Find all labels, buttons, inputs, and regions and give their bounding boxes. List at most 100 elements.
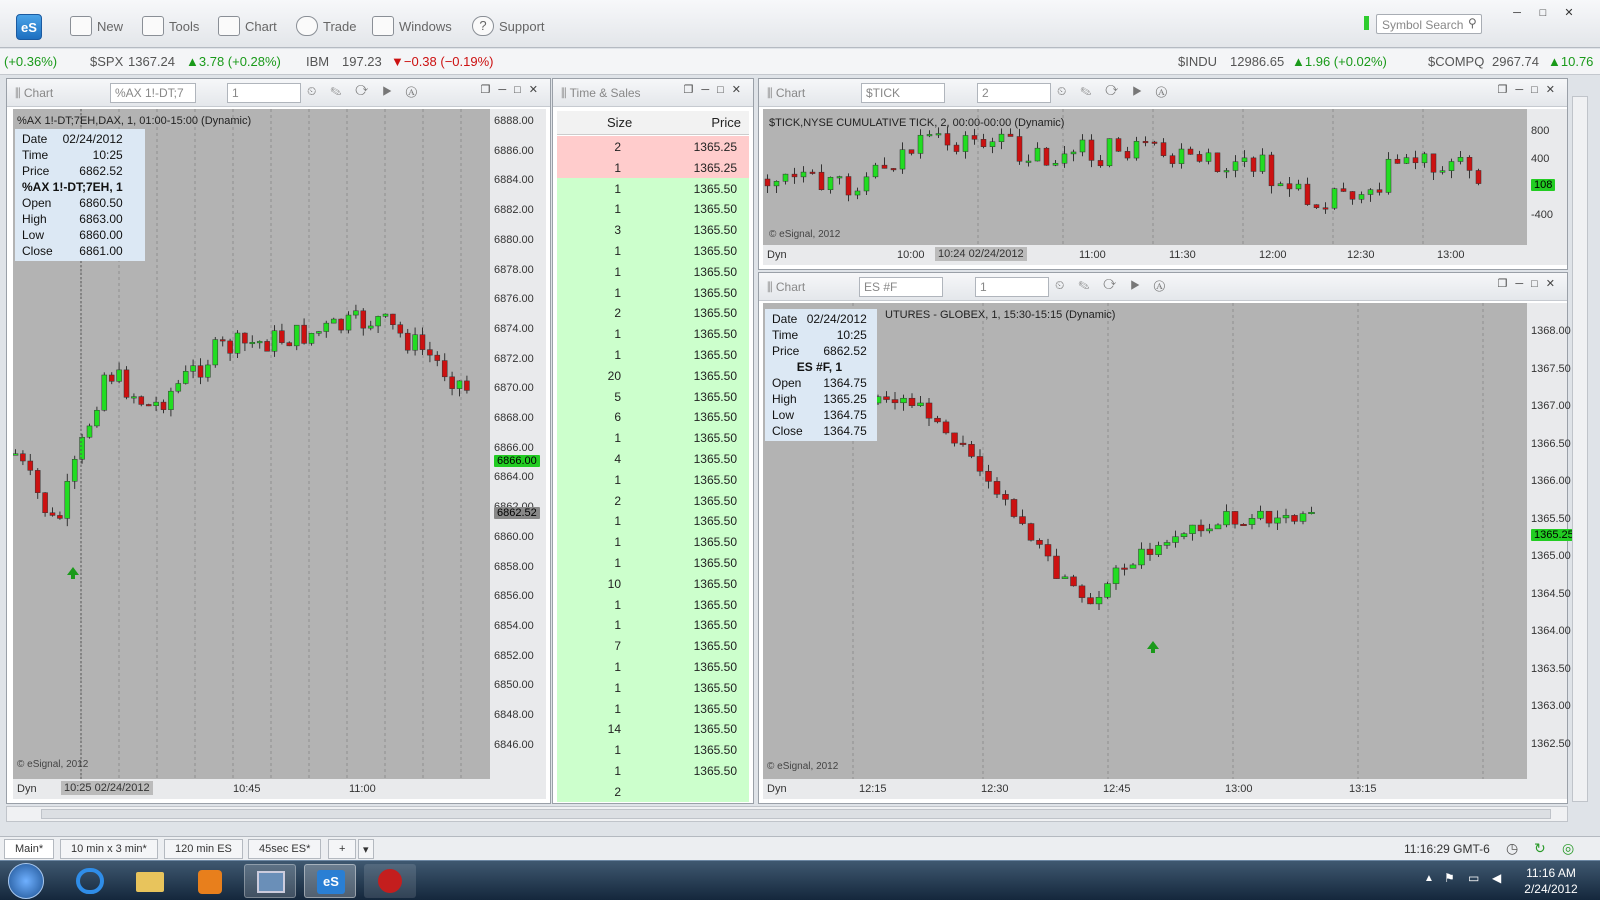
ticker-symbol[interactable]: $SPX bbox=[90, 54, 123, 69]
dyn-label[interactable]: Dyn bbox=[767, 249, 787, 261]
tab-10min[interactable]: 10 min x 3 min* bbox=[60, 839, 158, 859]
ts-row[interactable]: 1 1365.50 bbox=[557, 510, 749, 532]
ts-row[interactable]: 1 1365.50 bbox=[557, 198, 749, 220]
ts-row[interactable]: 7 1365.50 bbox=[557, 635, 749, 657]
refresh-icon[interactable]: ↻ bbox=[1534, 840, 1546, 857]
window-controls[interactable]: ❐─□✕ bbox=[480, 83, 546, 96]
add-tab-button[interactable]: + bbox=[328, 839, 357, 859]
ts-row[interactable]: 1 1365.25 bbox=[557, 156, 749, 178]
system-clock[interactable]: 11:16 AM 2/24/2012 bbox=[1520, 865, 1582, 897]
tools-button[interactable]: Tools bbox=[142, 14, 199, 38]
interval-combo[interactable]: 2 bbox=[977, 83, 1051, 103]
trade-button[interactable]: Trade bbox=[296, 14, 356, 38]
ts-row[interactable]: 1 1365.50 bbox=[557, 531, 749, 553]
ts-row[interactable]: 1 1365.50 bbox=[557, 656, 749, 677]
ts-row[interactable]: 1 1365.50 bbox=[557, 427, 749, 449]
es-plot-area[interactable]: UTURES - GLOBEX, 1, 15:30-15:15 (Dynamic… bbox=[763, 303, 1527, 779]
dyn-label[interactable]: Dyn bbox=[767, 783, 787, 795]
start-button[interactable] bbox=[8, 863, 44, 899]
vertical-scrollbar[interactable] bbox=[1572, 96, 1588, 802]
symbol-combo[interactable]: $TICK bbox=[861, 83, 945, 103]
ts-row[interactable]: 1 1365.50 bbox=[557, 760, 749, 781]
ts-row[interactable]: 1 1365.50 bbox=[557, 240, 749, 261]
ts-row[interactable]: 1 1365.50 bbox=[557, 177, 749, 199]
time-axis[interactable]: Dyn 10:25 02/24/2012 10:45 11:00 bbox=[13, 779, 546, 799]
internet-explorer-icon[interactable] bbox=[64, 864, 116, 898]
tab-menu-button[interactable]: ▾ bbox=[358, 839, 374, 859]
time-axis[interactable]: Dyn 10:24 02/24/2012 10:00 11:00 11:30 1… bbox=[763, 245, 1567, 265]
maximize-button[interactable]: □ bbox=[1532, 6, 1554, 22]
ts-row[interactable]: 1 1365.50 bbox=[557, 552, 749, 573]
app-taskbar-icon[interactable] bbox=[364, 864, 416, 898]
symbol-combo[interactable]: %AX 1!-DT;7 bbox=[110, 83, 196, 103]
chart-tool-icons[interactable]: ⏲✎⟳▶Ⓐ bbox=[307, 84, 431, 99]
ts-row[interactable]: 1 1365.50 bbox=[557, 739, 749, 761]
ts-row[interactable]: 1 1365.50 bbox=[557, 323, 749, 345]
new-button[interactable]: New bbox=[70, 14, 123, 38]
window-controls[interactable]: ❐─□✕ bbox=[1497, 83, 1563, 96]
time-axis[interactable]: Dyn 12:15 12:30 12:45 13:00 13:15 bbox=[763, 779, 1567, 799]
es-price-axis[interactable]: 1368.00 1367.50 1367.00 1366.50 1366.00 1365.… bbox=[1527, 303, 1577, 779]
dax-plot-area[interactable]: %AX 1!-DT;7EH,DAX, 1, 01:00-15:00 (Dynam… bbox=[13, 109, 490, 779]
tab-45sec[interactable]: 45sec ES* bbox=[248, 839, 322, 859]
ts-row[interactable]: 3 1365.50 bbox=[557, 219, 749, 241]
network-icon[interactable]: ▭ bbox=[1468, 871, 1479, 885]
symbol-search-input[interactable]: Symbol Search bbox=[1376, 14, 1482, 34]
tab-main[interactable]: Main* bbox=[4, 839, 55, 859]
horizontal-scrollbar[interactable] bbox=[6, 806, 1568, 822]
ts-row[interactable]: 5 1365.50 bbox=[557, 385, 749, 407]
ts-row[interactable]: 6 1365.50 bbox=[557, 406, 749, 428]
ticker-symbol[interactable]: $COMPQ bbox=[1428, 54, 1484, 69]
close-button[interactable]: ✕ bbox=[1558, 6, 1580, 22]
ts-row[interactable]: 1 1365.50 bbox=[557, 281, 749, 303]
ts-row[interactable]: 20 1365.50 bbox=[557, 364, 749, 386]
tick-plot-area[interactable]: $TICK,NYSE CUMULATIVE TICK, 2, 00:00-00:… bbox=[763, 109, 1527, 245]
ts-row[interactable]: 1 1365.50 bbox=[557, 614, 749, 636]
scroll-thumb[interactable] bbox=[41, 809, 1551, 819]
search-icon[interactable]: ⚲ bbox=[1468, 16, 1477, 30]
volume-icon[interactable]: ◀ bbox=[1492, 871, 1501, 885]
ts-row[interactable]: 2 1365.25 bbox=[557, 136, 749, 157]
dyn-label[interactable]: Dyn bbox=[17, 783, 37, 795]
esignal-logo[interactable]: eS bbox=[16, 14, 42, 40]
ts-row[interactable]: 1 1365.50 bbox=[557, 344, 749, 365]
chart-tool-icons[interactable]: ⏲✎⟳▶Ⓐ bbox=[1057, 84, 1181, 99]
ts-row[interactable]: 2 1365.50 bbox=[557, 489, 749, 511]
tick-value-axis[interactable]: 8004000-400108 bbox=[1527, 109, 1567, 245]
ts-row[interactable]: 4 1365.50 bbox=[557, 448, 749, 469]
clock-icon[interactable]: ◷ bbox=[1506, 840, 1518, 857]
ts-row[interactable]: 1 1365.50 bbox=[557, 593, 749, 615]
size-column-header[interactable]: Size bbox=[607, 115, 632, 130]
ts-row[interactable]: 2 bbox=[557, 780, 749, 802]
ts-row[interactable]: 1 1365.50 bbox=[557, 260, 749, 282]
window-controls[interactable]: ❐─□✕ bbox=[1497, 277, 1563, 290]
ticker-symbol[interactable]: $INDU bbox=[1178, 54, 1217, 69]
ts-row[interactable]: 10 1365.50 bbox=[557, 572, 749, 594]
esignal-taskbar-icon[interactable]: eS bbox=[304, 864, 356, 898]
price-column-header[interactable]: Price bbox=[711, 115, 741, 130]
window-controls[interactable]: ❐─□✕ bbox=[683, 83, 749, 96]
media-player-icon[interactable] bbox=[184, 864, 236, 898]
ts-row[interactable]: 2 1365.50 bbox=[557, 302, 749, 324]
tray-arrow-icon[interactable]: ▲ bbox=[1424, 873, 1434, 884]
status-icon[interactable]: ◎ bbox=[1562, 840, 1574, 857]
ts-row[interactable]: 14 1365.50 bbox=[557, 718, 749, 740]
interval-combo[interactable]: 1 bbox=[227, 83, 301, 103]
explorer-folder-icon[interactable] bbox=[124, 864, 176, 898]
ts-row[interactable]: 1 1365.50 bbox=[557, 468, 749, 490]
remote-desktop-icon[interactable] bbox=[244, 864, 296, 898]
ts-list[interactable]: 2 1365.25 1 1365.25 1 1365.50 1 1365.50 3 1365.50… bbox=[557, 136, 749, 802]
chart-tool-icons[interactable]: ⏲✎⟳▶Ⓐ bbox=[1055, 278, 1179, 293]
support-button[interactable]: ? Support bbox=[472, 14, 545, 38]
ticker-symbol[interactable]: IBM bbox=[306, 54, 329, 69]
interval-combo[interactable]: 1 bbox=[975, 277, 1049, 297]
symbol-combo[interactable]: ES #F bbox=[859, 277, 943, 297]
ts-row[interactable]: 1 1365.50 bbox=[557, 697, 749, 719]
ts-row[interactable]: 1 1365.50 bbox=[557, 676, 749, 698]
chart-button[interactable]: Chart bbox=[218, 14, 277, 38]
windows-button[interactable]: Windows bbox=[372, 14, 452, 38]
action-center-icon[interactable]: ⚑ bbox=[1444, 871, 1455, 885]
tab-120min[interactable]: 120 min ES bbox=[164, 839, 243, 859]
minimize-button[interactable]: ─ bbox=[1506, 6, 1528, 22]
price-axis[interactable]: 6888.00 6886.00 6884.00 6882.00 6880.00 6878.… bbox=[490, 109, 546, 779]
